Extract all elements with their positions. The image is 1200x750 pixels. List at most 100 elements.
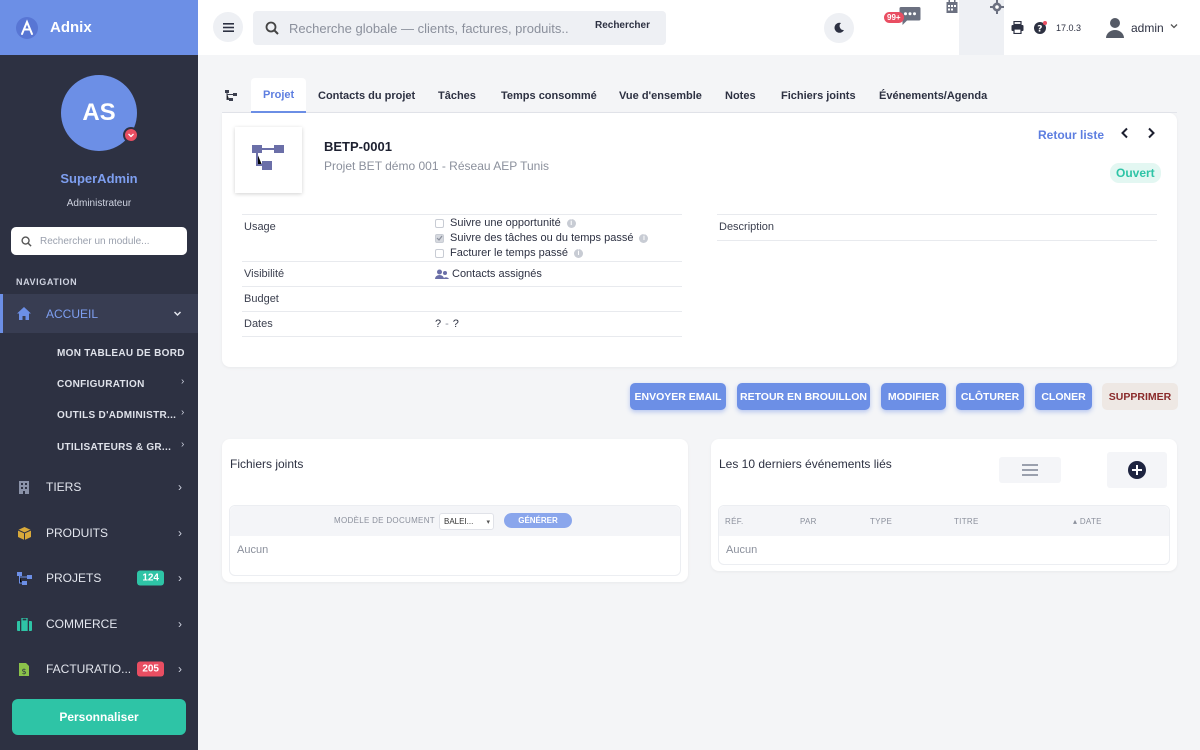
home-icon	[16, 306, 32, 322]
user-menu[interactable]: admin	[1131, 21, 1164, 35]
top-bar: Rechercher 99+ ? 17.0.3 admin	[198, 0, 1200, 55]
document-generator: Modèle de document BALEI... ▾ Générer Au…	[229, 505, 681, 576]
gear-icon[interactable]	[990, 0, 1004, 14]
sidebar-item-accueil[interactable]: ACCUEIL	[0, 294, 198, 333]
field-row-dates: Dates ? - ?	[242, 312, 682, 337]
info-icon[interactable]: i	[574, 248, 583, 258]
column-ref[interactable]: Réf.	[725, 517, 744, 526]
tab-contacts[interactable]: Contacts du projet	[306, 78, 427, 113]
print-icon[interactable]	[1011, 21, 1024, 34]
tab-evenements[interactable]: Événements/Agenda	[867, 78, 999, 113]
tab-notes[interactable]: Notes	[713, 78, 768, 113]
project-ref: BETP-0001	[324, 139, 392, 154]
sidebar-item-projets[interactable]: PROJETS 124 ›	[0, 565, 198, 591]
sidebar-item-tiers[interactable]: TIERS ›	[0, 474, 198, 500]
column-titre[interactable]: Titre	[954, 517, 979, 526]
column-date[interactable]: ▴ Date	[1073, 517, 1102, 526]
profile-role: Administrateur	[66, 198, 132, 209]
usage-option[interactable]: Suivre une opportunité i	[435, 217, 576, 229]
info-icon[interactable]: i	[639, 233, 649, 243]
building-icon	[16, 479, 32, 495]
generate-button[interactable]: Générer	[504, 513, 572, 528]
tab-vue-ensemble[interactable]: Vue d'ensemble	[607, 78, 714, 113]
panel-title: Fichiers joints	[230, 457, 304, 471]
personalize-button[interactable]: Personnaliser	[12, 699, 186, 735]
next-record-icon[interactable]	[1146, 126, 1156, 143]
svg-text:$: $	[22, 667, 27, 676]
user-avatar-icon[interactable]	[1105, 16, 1125, 38]
back-to-draft-button[interactable]: Retour en brouillon	[737, 383, 870, 410]
checkbox[interactable]	[435, 218, 444, 228]
events-table: Réf. Par Type Titre ▴ Date Aucun	[718, 505, 1170, 565]
list-view-button[interactable]	[999, 457, 1061, 483]
global-search-input[interactable]	[289, 20, 569, 36]
chevron-right-icon: ›	[181, 439, 185, 450]
menu-toggle-button[interactable]	[213, 12, 243, 42]
date-end: ?	[452, 318, 459, 330]
app-logo-icon	[16, 16, 38, 39]
add-event-button[interactable]	[1107, 452, 1167, 488]
previous-record-icon[interactable]	[1120, 126, 1130, 143]
global-search-button[interactable]: Rechercher	[595, 20, 650, 31]
sidebar-subitem-users-groups[interactable]: UTILISATEURS & GR...	[57, 442, 187, 453]
sidebar-subitem-admin-tools[interactable]: OUTILS D'ADMINISTR...	[57, 410, 187, 421]
sidebar-item-label: FACTURATIO...	[46, 662, 132, 676]
chevron-right-icon: ›	[178, 617, 182, 631]
chevron-down-icon[interactable]	[1170, 22, 1178, 32]
model-select-value: BALEI...	[444, 517, 474, 526]
tab-projet[interactable]: Projet	[251, 78, 307, 113]
chevron-right-icon: ›	[181, 407, 185, 418]
field-row-description: Description	[717, 214, 1157, 241]
avatar-initials: AS	[82, 99, 116, 126]
back-to-list-link[interactable]: Retour liste	[1038, 128, 1104, 142]
users-icon	[435, 269, 449, 279]
search-icon	[21, 235, 32, 247]
column-par[interactable]: Par	[800, 517, 817, 526]
sidebar-item-label: COMMERCE	[46, 617, 118, 631]
module-search[interactable]	[11, 227, 187, 255]
sidebar-subitem-dashboard[interactable]: MON TABLEAU DE BORD	[57, 348, 187, 359]
delete-button[interactable]: Supprimer	[1102, 383, 1178, 410]
calendar-icon[interactable]	[946, 0, 958, 14]
field-label: Visibilité	[244, 268, 285, 280]
model-select[interactable]: BALEI... ▾	[439, 513, 494, 530]
avatar[interactable]: AS	[61, 75, 139, 151]
option-label: Suivre une opportunité	[450, 217, 561, 229]
info-icon[interactable]: i	[566, 218, 576, 228]
search-icon	[265, 21, 279, 35]
tab-fichiers-joints[interactable]: Fichiers joints	[769, 78, 868, 113]
brand-header[interactable]: Adnix	[0, 0, 198, 55]
messages-badge: 99+	[884, 12, 904, 23]
checkbox-checked[interactable]	[435, 233, 444, 243]
tab-project-icon[interactable]	[225, 78, 237, 113]
chevron-down-icon: ▾	[486, 518, 490, 526]
sidebar: Adnix AS SuperAdmin Administrateur NAVIG…	[0, 0, 198, 750]
dark-mode-toggle[interactable]	[824, 13, 854, 43]
panel-title: Les 10 derniers événements liés	[719, 457, 892, 471]
sidebar-item-facturation[interactable]: $ FACTURATIO... 205 ›	[0, 656, 198, 682]
clone-button[interactable]: Cloner	[1035, 383, 1092, 410]
sidebar-subitem-configuration[interactable]: CONFIGURATION	[57, 379, 187, 390]
column-type[interactable]: Type	[870, 517, 892, 526]
tab-temps-consomme[interactable]: Temps consommé	[489, 78, 609, 113]
usage-option[interactable]: Facturer le temps passé i	[435, 247, 583, 259]
send-email-button[interactable]: Envoyer email	[630, 383, 726, 410]
nav-section-title: NAVIGATION	[16, 277, 78, 287]
sidebar-item-commerce[interactable]: COMMERCE ›	[0, 611, 198, 637]
module-search-input[interactable]	[40, 235, 180, 247]
generator-header: Modèle de document BALEI... ▾ Générer	[230, 506, 680, 536]
profile-name[interactable]: SuperAdmin	[0, 171, 198, 186]
empty-state: Aucun	[237, 544, 269, 556]
option-label: Facturer le temps passé	[450, 247, 568, 259]
sidebar-item-produits[interactable]: PRODUITS ›	[0, 520, 198, 546]
chevron-down-icon[interactable]	[123, 127, 139, 143]
edit-button[interactable]: Modifier	[881, 383, 946, 410]
close-project-button[interactable]: Clôturer	[956, 383, 1024, 410]
tab-taches[interactable]: Tâches	[426, 78, 488, 113]
help-icon[interactable]: ?	[1033, 21, 1047, 35]
global-search[interactable]: Rechercher	[253, 11, 666, 45]
chevron-right-icon: ›	[178, 480, 182, 494]
usage-option[interactable]: Suivre des tâches ou du temps passé i	[435, 232, 649, 244]
date-start: ?	[435, 318, 442, 330]
checkbox[interactable]	[435, 248, 444, 258]
